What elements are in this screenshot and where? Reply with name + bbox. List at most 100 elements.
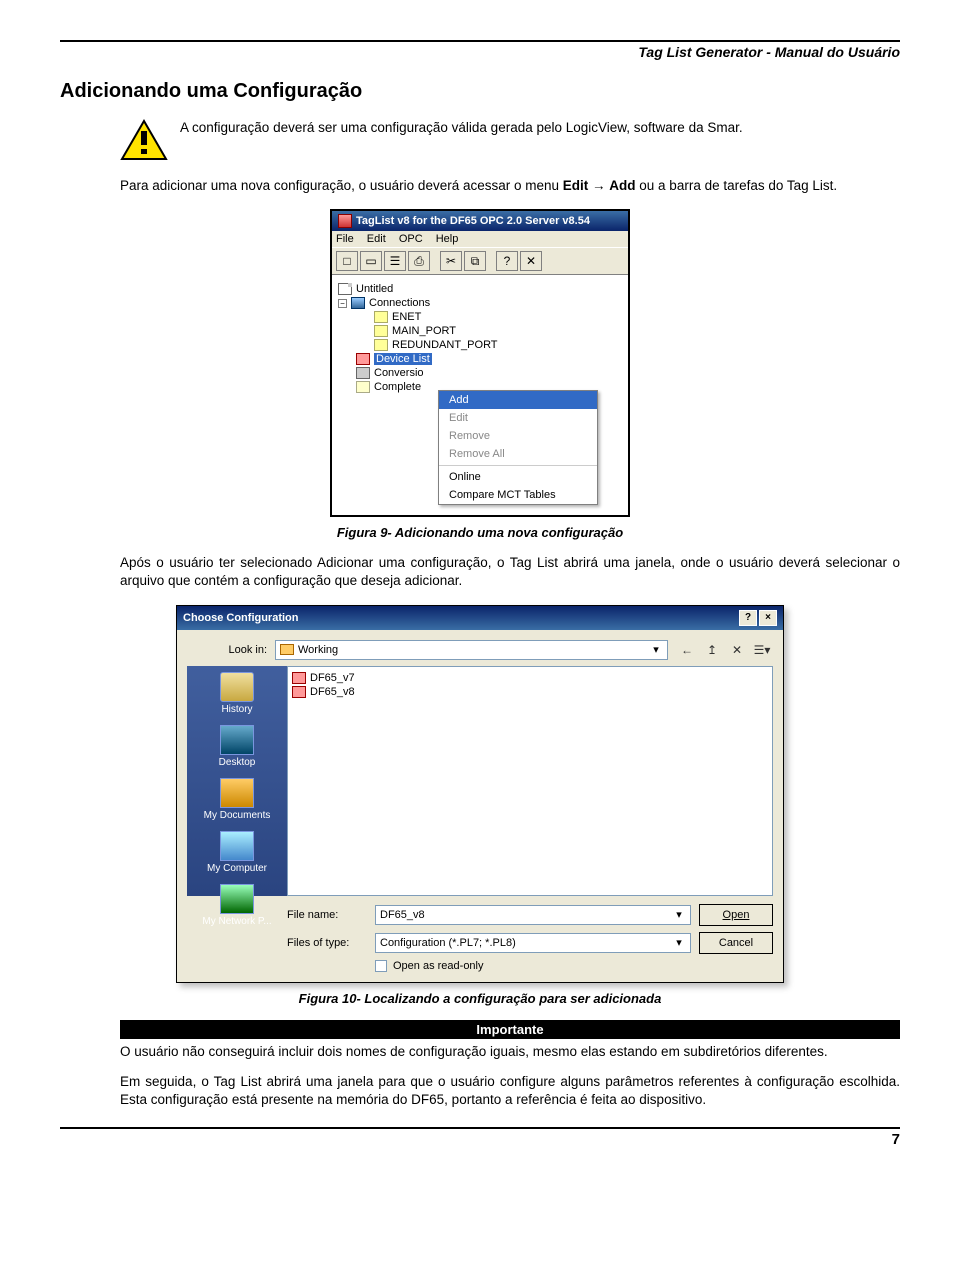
history-icon	[220, 672, 254, 702]
ctx-separator	[439, 465, 597, 466]
importante-body: O usuário não conseguirá incluir dois no…	[120, 1039, 900, 1061]
place-history[interactable]: History	[220, 672, 254, 715]
port-icon	[374, 325, 388, 337]
open-button[interactable]: Open	[699, 904, 773, 926]
file-item[interactable]: DF65_v8	[292, 685, 768, 699]
toolbar: □ ▭ ☰ ⎙ ✂ ⧉ ? ✕	[332, 248, 628, 275]
ctx-online[interactable]: Online	[439, 468, 597, 486]
filetype-value: Configuration (*.PL7; *.PL8)	[380, 937, 516, 949]
filename-label: File name:	[287, 909, 367, 921]
dialog-close-button[interactable]: ×	[759, 610, 777, 626]
tree-conversion[interactable]: Conversio	[374, 367, 424, 379]
dialog-help-button[interactable]: ?	[739, 610, 757, 626]
menu-file[interactable]: File	[336, 233, 354, 245]
place-desktop[interactable]: Desktop	[219, 725, 256, 768]
tree-pane: Untitled − Connections ENET MAIN_PORT RED…	[332, 275, 628, 515]
figure-9-caption: Figura 9- Adicionando uma nova configura…	[60, 525, 900, 540]
filename-value: DF65_v8	[380, 909, 425, 921]
file-icon	[292, 672, 306, 684]
context-menu: Add Edit Remove Remove All Online Compar…	[438, 390, 598, 505]
folder-icon	[280, 644, 294, 655]
nav-back-icon[interactable]: ←	[676, 640, 698, 660]
menu-opc[interactable]: OPC	[399, 233, 423, 245]
conversion-icon	[356, 367, 370, 379]
closing-paragraph: Em seguida, o Tag List abrirá uma janela…	[120, 1073, 900, 1109]
tree-enet[interactable]: ENET	[392, 311, 421, 323]
nav-viewmenu-icon[interactable]: ☰▾	[751, 640, 773, 660]
taglist-window: TagList v8 for the DF65 OPC 2.0 Server v…	[330, 209, 630, 517]
filetype-label: Files of type:	[287, 937, 367, 949]
dropdown-icon[interactable]: ▾	[672, 936, 686, 949]
tb-delete-icon[interactable]: ✕	[520, 251, 542, 271]
connections-icon	[351, 297, 365, 309]
places-bar: History Desktop My Documents My Computer…	[187, 666, 287, 896]
tb-open-icon[interactable]: ▭	[360, 251, 382, 271]
tb-print-icon[interactable]: ⎙	[408, 251, 430, 271]
dropdown-icon[interactable]: ▾	[672, 908, 686, 921]
section-title: Adicionando uma Configuração	[60, 80, 900, 103]
place-mycomputer[interactable]: My Computer	[207, 831, 267, 874]
desktop-icon	[220, 725, 254, 755]
ctx-remove[interactable]: Remove	[439, 427, 597, 445]
port-icon	[374, 339, 388, 351]
tb-cut-icon[interactable]: ✂	[440, 251, 462, 271]
tb-save-icon[interactable]: ☰	[384, 251, 406, 271]
cancel-button[interactable]: Cancel	[699, 932, 773, 954]
intro-post: ou a barra de tarefas do Tag List.	[636, 178, 838, 193]
ctx-add[interactable]: Add	[439, 391, 597, 409]
tree-complete[interactable]: Complete	[374, 381, 421, 393]
dialog-titlebar: Choose Configuration ? ×	[177, 606, 783, 630]
readonly-label: Open as read-only	[393, 960, 484, 972]
intro-b2: Add	[609, 178, 635, 193]
file-item-label: DF65_v7	[310, 672, 355, 684]
nav-up-icon[interactable]: ↥	[701, 640, 723, 660]
mycomputer-icon	[220, 831, 254, 861]
ctx-edit[interactable]: Edit	[439, 409, 597, 427]
filename-input[interactable]: DF65_v8 ▾	[375, 905, 691, 925]
lookin-value: Working	[298, 644, 338, 656]
file-icon	[292, 686, 306, 698]
expander-icon[interactable]: −	[338, 299, 347, 308]
doc-icon	[338, 283, 352, 295]
nav-newfolder-icon[interactable]: ✕	[726, 640, 748, 660]
menu-edit[interactable]: Edit	[367, 233, 386, 245]
tb-new-icon[interactable]: □	[336, 251, 358, 271]
place-mydocuments[interactable]: My Documents	[204, 778, 271, 821]
tree-connections[interactable]: Connections	[369, 297, 430, 309]
warning-text: A configuração deverá ser uma configuraç…	[180, 119, 743, 137]
filetype-combo[interactable]: Configuration (*.PL7; *.PL8) ▾	[375, 933, 691, 953]
ctx-compare[interactable]: Compare MCT Tables	[439, 486, 597, 504]
tree-redundant-port[interactable]: REDUNDANT_PORT	[392, 339, 498, 351]
choose-configuration-dialog: Choose Configuration ? × Look in: Workin…	[176, 605, 784, 983]
taglist-titlebar: TagList v8 for the DF65 OPC 2.0 Server v…	[332, 211, 628, 231]
footer-rule	[60, 1127, 900, 1129]
menu-help[interactable]: Help	[436, 233, 459, 245]
tree-devicelist[interactable]: Device List	[374, 353, 432, 365]
tb-help-icon[interactable]: ?	[496, 251, 518, 271]
dropdown-icon[interactable]: ▾	[649, 643, 663, 656]
tree-root[interactable]: Untitled	[356, 283, 393, 295]
port-icon	[374, 311, 388, 323]
complete-icon	[356, 381, 370, 393]
lookin-label: Look in:	[187, 644, 267, 656]
place-mydoc-label: My Documents	[204, 810, 271, 821]
doc-header-title: Tag List Generator - Manual do Usuário	[60, 44, 900, 60]
after-fig1-paragraph: Após o usuário ter selecionado Adicionar…	[120, 554, 900, 590]
app-icon	[338, 214, 352, 228]
warning-icon	[120, 119, 168, 161]
file-item[interactable]: DF65_v7	[292, 671, 768, 685]
intro-pre: Para adicionar uma nova configuração, o …	[120, 178, 563, 193]
tree-main-port[interactable]: MAIN_PORT	[392, 325, 456, 337]
lookin-combo[interactable]: Working ▾	[275, 640, 668, 660]
figure-10-caption: Figura 10- Localizando a configuração pa…	[60, 991, 900, 1006]
tb-copy-icon[interactable]: ⧉	[464, 251, 486, 271]
readonly-checkbox[interactable]	[375, 960, 387, 972]
file-list[interactable]: DF65_v7 DF65_v8	[287, 666, 773, 896]
devicelist-icon	[356, 353, 370, 365]
dialog-title: Choose Configuration	[183, 612, 299, 624]
ctx-remove-all[interactable]: Remove All	[439, 445, 597, 463]
page-number: 7	[60, 1131, 900, 1148]
place-desktop-label: Desktop	[219, 757, 256, 768]
intro-arrow: →	[588, 178, 609, 193]
mydocuments-icon	[220, 778, 254, 808]
